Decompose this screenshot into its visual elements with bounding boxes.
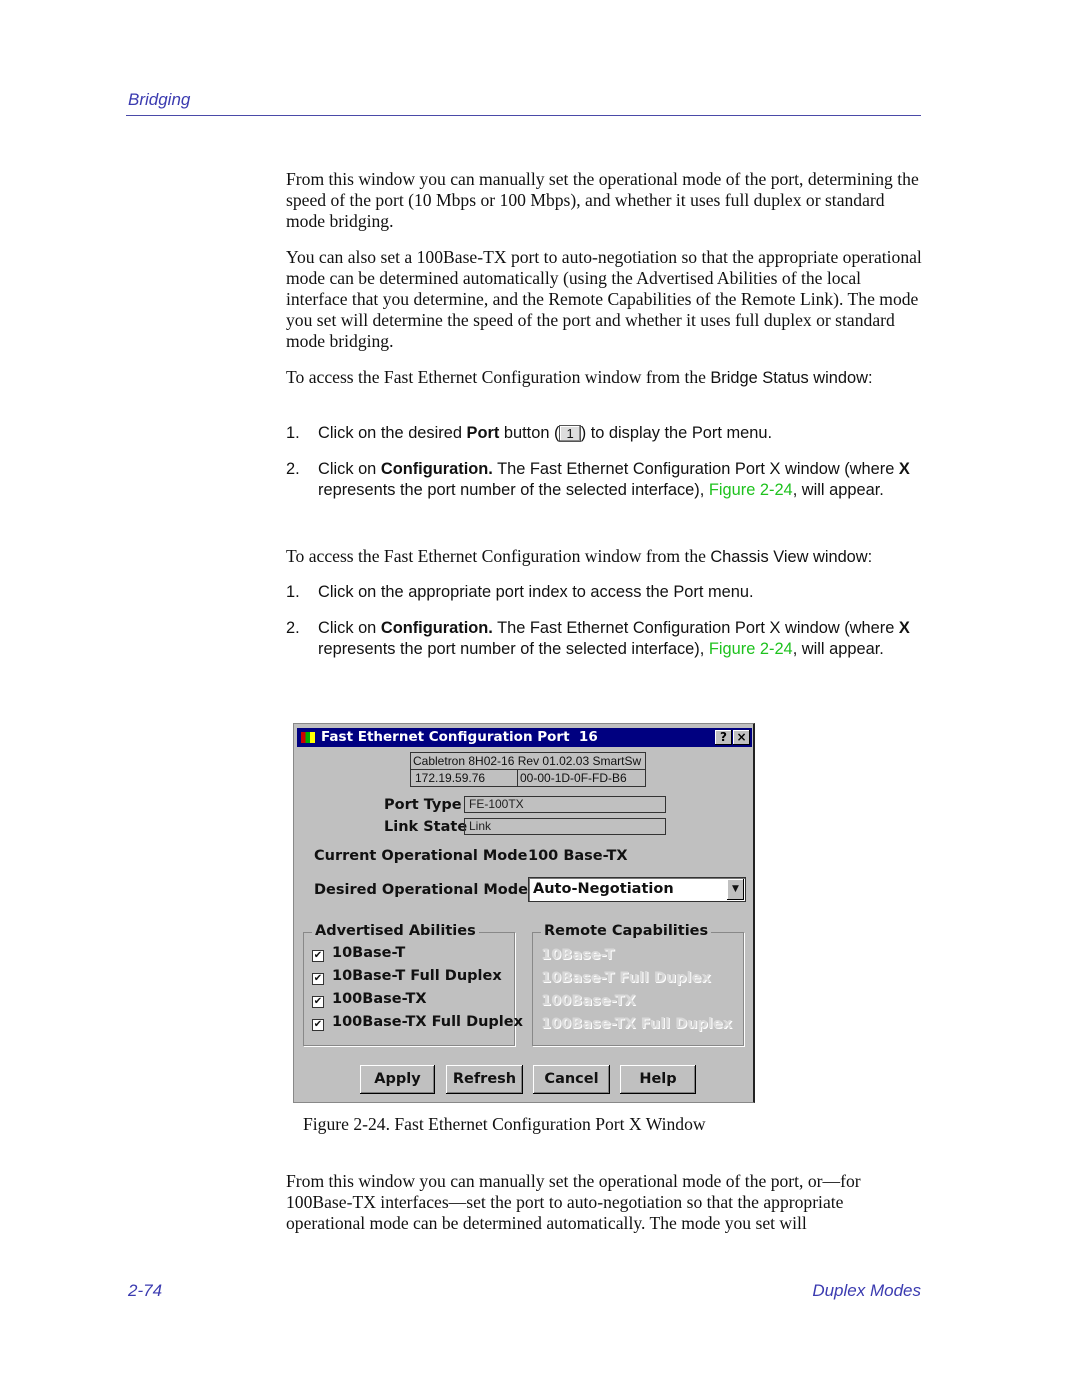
page-number: 2-74	[128, 1281, 163, 1300]
checkbox-checked-icon[interactable]: ✔	[312, 973, 324, 985]
checkbox-10base-t[interactable]: ✔ 10Base-T	[312, 945, 405, 962]
remote-item: 100Base-TX Full Duplex	[541, 1016, 732, 1032]
fast-ethernet-config-window: Fast Ethernet Configuration Port 16 ? × …	[293, 723, 755, 1103]
figure-caption: Figure 2-24. Fast Ethernet Configuration…	[303, 1114, 706, 1134]
refresh-button[interactable]: Refresh	[446, 1065, 523, 1094]
bridge-step-1: 1. Click on the desired Port button (1) t…	[286, 424, 773, 442]
apply-button[interactable]: Apply	[360, 1065, 435, 1094]
checkbox-100base-tx[interactable]: ✔ 100Base-TX	[312, 991, 427, 1008]
checkbox-100base-tx-full-duplex[interactable]: ✔ 100Base-TX Full Duplex	[312, 1014, 523, 1031]
section-header: Bridging	[128, 90, 191, 109]
link-state-field: Link	[464, 818, 666, 835]
ip-address: 172.19.59.76	[413, 770, 518, 786]
advertised-abilities-group: Advertised Abilities ✔ 10Base-T ✔ 10Base-T…	[303, 923, 523, 1046]
mac-address: 00-00-1D-0F-FD-B6	[520, 771, 627, 785]
access-chassis-view-lead: To access the Fast Ethernet Configuratio…	[286, 546, 873, 566]
device-name: Cabletron 8H02-16 Rev 01.02.03 SmartSw	[411, 753, 645, 770]
device-info: Cabletron 8H02-16 Rev 01.02.03 SmartSw 1…	[410, 752, 646, 787]
help-button[interactable]: Help	[620, 1065, 696, 1094]
bridge-step-2: 2. Click on Configuration. The Fast Ether…	[286, 460, 910, 499]
checkbox-checked-icon[interactable]: ✔	[312, 950, 324, 962]
checkbox-checked-icon[interactable]: ✔	[312, 1019, 324, 1031]
remote-item: 10Base-T Full Duplex	[541, 970, 711, 986]
desired-mode-select[interactable]: Auto-Negotiation ▼	[528, 877, 746, 902]
figure-link[interactable]: Figure 2-24	[709, 481, 793, 499]
port-type-label: Port Type	[384, 797, 462, 813]
desired-mode-value: Auto-Negotiation	[533, 881, 674, 897]
chassis-step-1: 1. Click on the appropriate port index to…	[286, 583, 754, 601]
intro-paragraph-1: From this window you can manually set th…	[286, 169, 919, 231]
chassis-step-2: 2. Click on Configuration. The Fast Ether…	[286, 619, 910, 658]
footer-section: Duplex Modes	[812, 1281, 921, 1300]
cancel-button[interactable]: Cancel	[533, 1065, 610, 1094]
port-button-icon: 1	[559, 425, 581, 442]
app-icon	[301, 732, 315, 743]
access-bridge-status-lead: To access the Fast Ethernet Configuratio…	[286, 367, 873, 387]
current-mode-label: Current Operational Mode	[314, 848, 528, 864]
current-mode-value: 100 Base-TX	[528, 848, 628, 864]
outro-paragraph: From this window you can manually set th…	[286, 1171, 861, 1233]
remote-item: 100Base-TX	[541, 993, 636, 1009]
remote-item: 10Base-T	[541, 947, 615, 963]
port-type-field: FE-100TX	[464, 796, 666, 813]
header-rule	[126, 115, 921, 116]
remote-capabilities-group: Remote Capabilities 10Base-T 10Base-T Fu…	[532, 923, 744, 1046]
help-icon[interactable]: ?	[715, 730, 732, 745]
checkbox-10base-t-full-duplex[interactable]: ✔ 10Base-T Full Duplex	[312, 968, 502, 985]
window-title: Fast Ethernet Configuration Port 16	[321, 729, 598, 745]
checkbox-checked-icon[interactable]: ✔	[312, 996, 324, 1008]
close-icon[interactable]: ×	[733, 730, 750, 745]
figure-link[interactable]: Figure 2-24	[709, 640, 793, 658]
chevron-down-icon[interactable]: ▼	[727, 879, 744, 900]
remote-capabilities-title: Remote Capabilities	[541, 923, 712, 939]
desired-mode-label: Desired Operational Mode	[314, 882, 528, 898]
advertised-abilities-title: Advertised Abilities	[312, 923, 479, 939]
link-state-label: Link State	[384, 819, 468, 835]
intro-paragraph-2: You can also set a 100Base-TX port to au…	[286, 247, 922, 351]
title-bar: Fast Ethernet Configuration Port 16 ? ×	[297, 728, 752, 747]
